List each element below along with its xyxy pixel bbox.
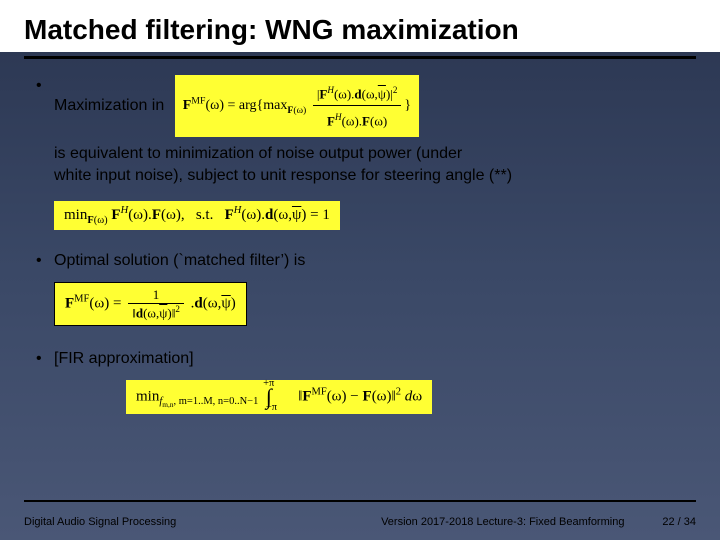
page-total: 34 [684,516,696,528]
bullet-1-follow-line2: white input noise), subject to unit resp… [54,167,512,184]
bullet-1-lead-text: Maximization in [54,97,164,114]
bullet-3-text: [FIR approximation] [54,348,194,370]
equation-fir-approx: minfm,n, m=1..M, n=0..N−1 ∫−π+π ‖FMF(ω) … [126,380,432,414]
equation-constraint: minF(ω) FH(ω).F(ω), s.t. FH(ω).d(ω,ψ) = … [54,201,340,230]
bullet-1-follow-line1: is equivalent to minimization of noise o… [54,145,462,162]
bullet-1-lead: Maximization in FMF(ω) = arg{maxF(ω) |FH… [54,75,419,137]
slide-body: • Maximization in FMF(ω) = arg{maxF(ω) |… [0,59,720,428]
mf-numerator: 1 [128,287,184,304]
footer-divider [24,500,696,502]
footer: Digital Audio Signal Processing Version … [24,516,696,528]
bullet-2-text: Optimal solution (`matched filter’) is [54,250,305,272]
bullet-2: • Optimal solution (`matched filter’) is [36,250,684,272]
equation-matched-filter: FMF(ω) = 1 ‖d(ω,ψ)‖2 .d(ω,ψ) [54,282,247,326]
bullet-1: • Maximization in FMF(ω) = arg{maxF(ω) |… [36,75,684,137]
page-current: 22 [662,516,674,528]
bullet-marker: • [36,75,54,97]
bullet-marker: • [36,348,54,370]
title-bar: Matched filtering: WNG maximization [0,0,720,52]
bullet-3: • [FIR approximation] [36,348,684,370]
bullet-1-followup: is equivalent to minimization of noise o… [54,143,684,187]
footer-left: Digital Audio Signal Processing [24,516,343,528]
footer-middle: Version 2017-2018 Lecture-3: Fixed Beamf… [343,516,662,528]
page-title: Matched filtering: WNG maximization [24,14,696,46]
equation-wng-def: FMF(ω) = arg{maxF(ω) |FH(ω).d(ω,ψ)|2 FH(… [175,75,419,137]
bullet-marker: • [36,250,54,272]
footer-page: 22 / 34 [662,516,696,528]
page-sep: / [675,516,684,528]
